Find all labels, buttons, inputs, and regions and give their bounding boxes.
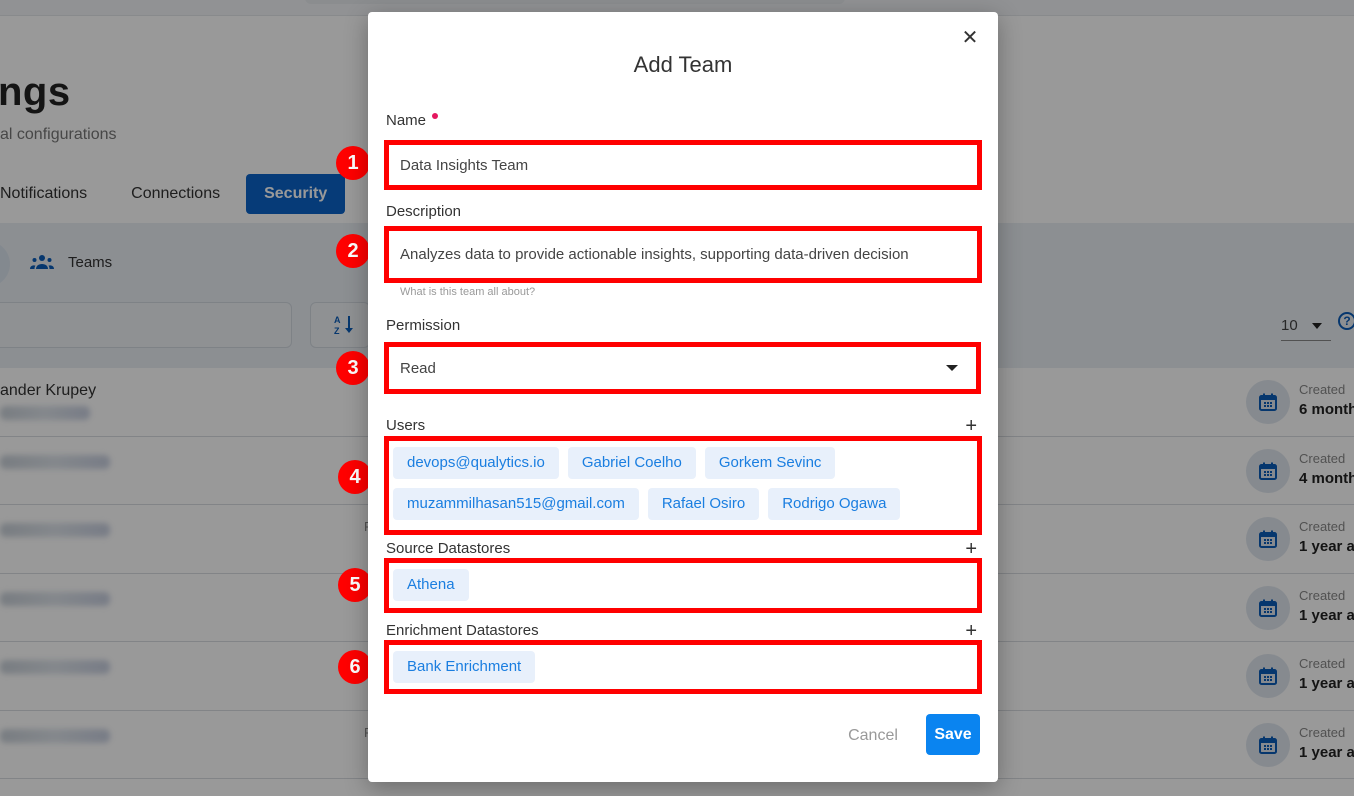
add-user-icon[interactable]: + (965, 416, 977, 436)
user-chip[interactable]: Gabriel Coelho (567, 447, 696, 479)
annotation-badge-2: 2 (336, 234, 370, 268)
dialog-title: Add Team (633, 52, 733, 77)
annotation-badge-5: 5 (338, 568, 372, 602)
add-source-datastore-icon[interactable]: + (965, 539, 977, 559)
permission-field-highlight: Read (384, 342, 981, 394)
permission-select[interactable]: Read (389, 347, 976, 389)
annotation-badge-1: 1 (336, 146, 370, 180)
required-indicator (432, 113, 439, 119)
user-chip[interactable]: Gorkem Sevinc (704, 447, 836, 479)
enrichment-datastores-label: Enrichment Datastores (386, 622, 539, 639)
annotation-badge-3: 3 (336, 351, 370, 385)
name-label-text: Name (386, 112, 427, 129)
source-datastores-chip-list: Athena (389, 563, 977, 607)
add-team-dialog: ✕ Add Team Name Data Insights Team Descr… (368, 12, 998, 782)
user-chip[interactable]: devops@qualytics.io (393, 447, 559, 479)
permission-label: Permission (386, 317, 461, 334)
close-icon[interactable]: ✕ (960, 28, 980, 48)
description-input[interactable]: Analyzes data to provide actionable insi… (389, 231, 977, 278)
name-field-highlight: Data Insights Team (384, 140, 982, 190)
user-chip[interactable]: muzammilhasan515@gmail.com (393, 488, 639, 520)
name-label: Name (386, 112, 439, 129)
chevron-down-icon (946, 365, 958, 371)
add-enrichment-datastore-icon[interactable]: + (965, 621, 977, 641)
description-field-highlight: Analyzes data to provide actionable insi… (384, 226, 982, 283)
description-label: Description (386, 203, 462, 220)
name-input[interactable]: Data Insights Team (389, 145, 977, 185)
enrichment-datastores-field-highlight: Bank Enrichment (384, 640, 982, 694)
source-datastores-label: Source Datastores (386, 540, 511, 557)
enrichment-datastore-chip[interactable]: Bank Enrichment (393, 651, 536, 683)
annotation-badge-4: 4 (338, 460, 372, 494)
users-field-highlight: devops@qualytics.io Gabriel Coelho Gorke… (384, 436, 982, 535)
annotation-badge-6: 6 (338, 650, 372, 684)
enrichment-datastores-chip-list: Bank Enrichment (389, 645, 977, 689)
save-button[interactable]: Save (926, 714, 980, 755)
users-chip-list: devops@qualytics.io Gabriel Coelho Gorke… (389, 441, 977, 526)
user-chip[interactable]: Rafael Osiro (647, 488, 760, 520)
user-chip[interactable]: Rodrigo Ogawa (768, 488, 901, 520)
cancel-button[interactable]: Cancel (832, 716, 914, 756)
source-datastores-field-highlight: Athena (384, 558, 982, 613)
description-hint: What is this team all about? (400, 286, 536, 298)
users-label: Users (386, 417, 426, 434)
source-datastore-chip[interactable]: Athena (393, 569, 469, 601)
